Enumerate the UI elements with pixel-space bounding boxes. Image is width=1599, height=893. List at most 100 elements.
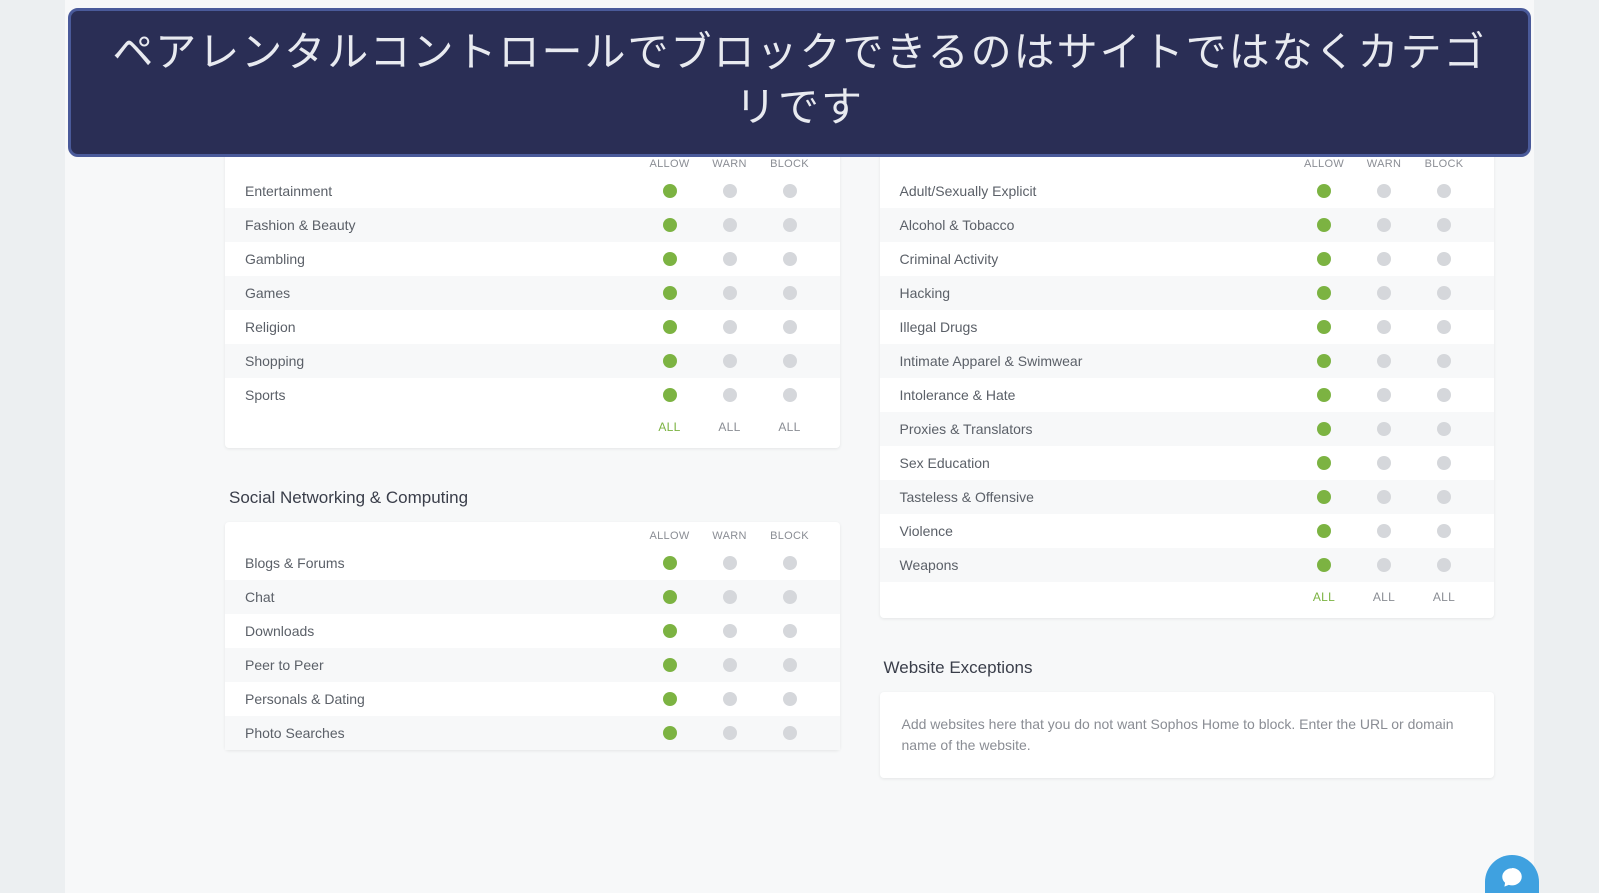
radio-warn[interactable] [1377, 388, 1391, 402]
radio-allow[interactable] [1317, 184, 1331, 198]
category-label: Blogs & Forums [245, 555, 640, 571]
radio-block[interactable] [783, 556, 797, 570]
radio-warn[interactable] [723, 252, 737, 266]
radio-block[interactable] [783, 286, 797, 300]
category-row: Chat [225, 580, 840, 614]
category-row: Games [225, 276, 840, 310]
radio-allow[interactable] [1317, 354, 1331, 368]
radio-allow[interactable] [663, 624, 677, 638]
radio-warn-cell [700, 726, 760, 740]
radio-allow[interactable] [1317, 218, 1331, 232]
radio-allow[interactable] [663, 286, 677, 300]
radio-allow[interactable] [663, 590, 677, 604]
radio-warn[interactable] [723, 388, 737, 402]
radio-allow-cell [1294, 252, 1354, 266]
radio-warn[interactable] [723, 590, 737, 604]
radio-warn-cell [700, 692, 760, 706]
radio-warn[interactable] [723, 218, 737, 232]
radio-allow[interactable] [663, 556, 677, 570]
radio-block[interactable] [1437, 184, 1451, 198]
radio-warn[interactable] [723, 320, 737, 334]
radio-allow[interactable] [663, 320, 677, 334]
radio-warn[interactable] [723, 624, 737, 638]
radio-allow[interactable] [1317, 490, 1331, 504]
radio-block[interactable] [1437, 456, 1451, 470]
radio-warn[interactable] [1377, 252, 1391, 266]
radio-warn[interactable] [723, 556, 737, 570]
all-allow[interactable]: ALL [640, 420, 700, 434]
radio-allow[interactable] [1317, 286, 1331, 300]
radio-block[interactable] [1437, 388, 1451, 402]
radio-allow[interactable] [1317, 558, 1331, 572]
radio-warn[interactable] [723, 726, 737, 740]
radio-warn[interactable] [723, 286, 737, 300]
radio-allow[interactable] [1317, 422, 1331, 436]
radio-allow[interactable] [663, 218, 677, 232]
radio-block[interactable] [783, 692, 797, 706]
all-warn[interactable]: ALL [700, 420, 760, 434]
col-header-warn: WARN [700, 158, 760, 170]
radio-warn[interactable] [1377, 184, 1391, 198]
category-row: Violence [880, 514, 1495, 548]
radio-block[interactable] [1437, 354, 1451, 368]
radio-warn[interactable] [1377, 456, 1391, 470]
radio-warn[interactable] [723, 658, 737, 672]
radio-block[interactable] [1437, 558, 1451, 572]
all-warn[interactable]: ALL [1354, 590, 1414, 604]
radio-block[interactable] [783, 658, 797, 672]
radio-warn[interactable] [1377, 218, 1391, 232]
radio-allow-cell [640, 624, 700, 638]
radio-block[interactable] [1437, 286, 1451, 300]
radio-block[interactable] [783, 354, 797, 368]
radio-block[interactable] [783, 252, 797, 266]
category-label: Shopping [245, 353, 640, 369]
radio-allow[interactable] [663, 354, 677, 368]
category-label: Entertainment [245, 183, 640, 199]
radio-allow[interactable] [1317, 252, 1331, 266]
radio-block[interactable] [1437, 524, 1451, 538]
radio-warn[interactable] [723, 354, 737, 368]
radio-allow[interactable] [1317, 524, 1331, 538]
radio-block[interactable] [1437, 320, 1451, 334]
radio-warn[interactable] [723, 184, 737, 198]
category-row: Religion [225, 310, 840, 344]
radio-allow[interactable] [1317, 456, 1331, 470]
radio-allow[interactable] [663, 388, 677, 402]
radio-warn[interactable] [1377, 286, 1391, 300]
category-label: Criminal Activity [900, 251, 1295, 267]
radio-warn[interactable] [1377, 354, 1391, 368]
radio-block[interactable] [783, 184, 797, 198]
radio-warn[interactable] [1377, 490, 1391, 504]
radio-allow[interactable] [663, 184, 677, 198]
all-row: ALL ALL ALL [225, 412, 840, 448]
radio-allow[interactable] [663, 658, 677, 672]
radio-warn-cell [700, 218, 760, 232]
radio-warn-cell [700, 556, 760, 570]
radio-warn[interactable] [1377, 422, 1391, 436]
radio-warn[interactable] [723, 692, 737, 706]
category-label: Photo Searches [245, 725, 640, 741]
category-label: Hacking [900, 285, 1295, 301]
radio-allow[interactable] [663, 692, 677, 706]
radio-block[interactable] [1437, 218, 1451, 232]
radio-allow[interactable] [1317, 388, 1331, 402]
radio-warn[interactable] [1377, 558, 1391, 572]
radio-block[interactable] [783, 218, 797, 232]
radio-block[interactable] [1437, 252, 1451, 266]
radio-warn[interactable] [1377, 320, 1391, 334]
radio-block[interactable] [783, 590, 797, 604]
radio-block[interactable] [783, 388, 797, 402]
radio-allow[interactable] [663, 252, 677, 266]
radio-block[interactable] [783, 624, 797, 638]
radio-allow[interactable] [663, 726, 677, 740]
radio-allow[interactable] [1317, 320, 1331, 334]
radio-block[interactable] [783, 320, 797, 334]
radio-block[interactable] [783, 726, 797, 740]
all-block[interactable]: ALL [1414, 590, 1474, 604]
all-allow[interactable]: ALL [1294, 590, 1354, 604]
category-label: Peer to Peer [245, 657, 640, 673]
radio-block[interactable] [1437, 422, 1451, 436]
radio-warn[interactable] [1377, 524, 1391, 538]
all-block[interactable]: ALL [760, 420, 820, 434]
radio-block[interactable] [1437, 490, 1451, 504]
